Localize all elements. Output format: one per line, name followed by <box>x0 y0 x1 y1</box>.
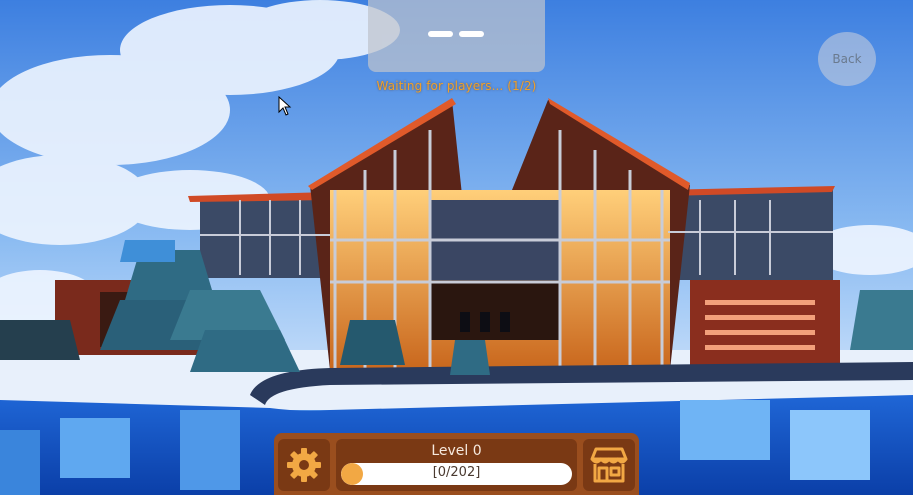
gear-icon <box>287 448 321 482</box>
status-panel <box>368 0 545 72</box>
waiting-status-text: Waiting for players... (1/2) <box>376 79 537 93</box>
bottom-hud: Level 0 [0/202] <box>274 433 639 495</box>
player-slot-indicator <box>459 31 484 37</box>
shop-button[interactable] <box>583 439 635 491</box>
player-slot-indicator <box>428 31 453 37</box>
settings-button[interactable] <box>278 439 330 491</box>
back-button[interactable]: Back <box>818 32 876 86</box>
xp-progress-bar: [0/202] <box>341 463 572 485</box>
game-scene <box>0 0 913 495</box>
mouse-cursor-icon <box>278 96 292 116</box>
xp-text: [0/202] <box>432 465 481 480</box>
level-label: Level 0 <box>431 443 482 459</box>
right-wing <box>668 190 833 280</box>
shop-icon <box>590 447 628 483</box>
level-panel: Level 0 [0/202] <box>336 439 577 491</box>
